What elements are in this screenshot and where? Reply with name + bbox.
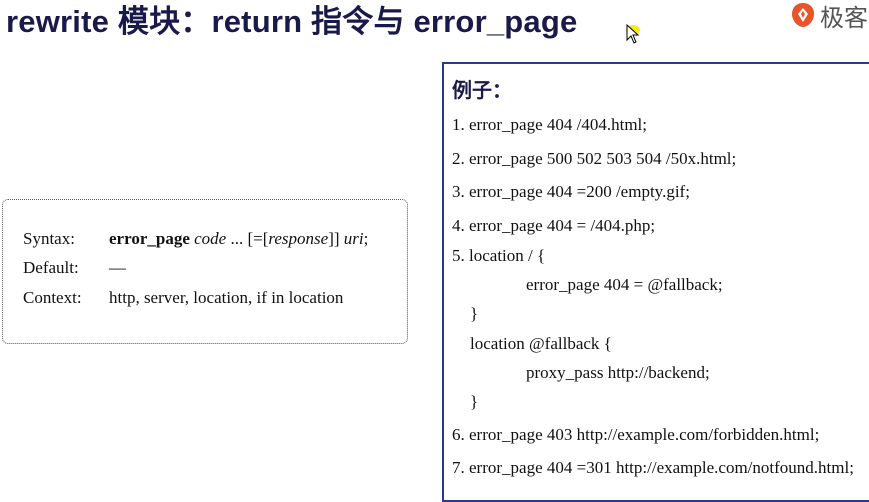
example-line: 2. error_page 500 502 503 504 /50x.html; [452, 149, 737, 168]
param-uri: uri [343, 229, 364, 248]
example-line: 3. error_page 404 =200 /empty.gif; [452, 182, 690, 201]
syntax-rest: ... [=[ [226, 229, 269, 248]
slide-title: rewrite 模块：return 指令与 error_page [6, 4, 578, 39]
directive-name: error_page [109, 229, 190, 248]
example-line: 6. error_page 403 http://example.com/for… [452, 425, 820, 444]
mouse-cursor-icon [626, 24, 640, 44]
param-response: response [268, 229, 329, 248]
syntax-value: error_page code ... [=[response]] uri; [109, 229, 368, 248]
context-row: Context: http, server, location, if in lo… [23, 288, 343, 308]
example-line: 4. error_page 404 = /404.php; [452, 216, 656, 235]
syntax-box: Syntax: error_page code ... [=[response]]… [2, 199, 408, 344]
example-title: 例子： [452, 80, 512, 102]
example-line: error_page 404 = @fallback; [526, 275, 723, 294]
logo-icon [792, 3, 814, 27]
example-box: 例子： 1. error_page 404 /404.html; 2. erro… [442, 62, 869, 502]
example-line: 1. error_page 404 /404.html; [452, 115, 647, 134]
logo-text: 极客 [820, 4, 868, 32]
default-value: — [109, 258, 126, 277]
example-line: } [470, 392, 479, 411]
param-code: code [194, 229, 227, 248]
syntax-rest: ]] [328, 229, 344, 248]
example-line: location @fallback { [470, 334, 612, 353]
syntax-tail: ; [363, 229, 369, 248]
default-row: Default: — [23, 258, 126, 278]
context-value: http, server, location, if in location [109, 288, 344, 307]
example-line: proxy_pass http://backend; [526, 363, 710, 382]
default-key: Default: [23, 258, 79, 277]
context-key: Context: [23, 288, 82, 307]
example-line: 7. error_page 404 =301 http://example.co… [452, 458, 854, 477]
example-line: 5. location / { [452, 246, 546, 265]
example-line: } [470, 304, 479, 323]
geekbang-logo: 极客 [790, 0, 868, 32]
syntax-row: Syntax: error_page code ... [=[response]]… [23, 229, 368, 249]
syntax-key: Syntax: [23, 229, 75, 248]
